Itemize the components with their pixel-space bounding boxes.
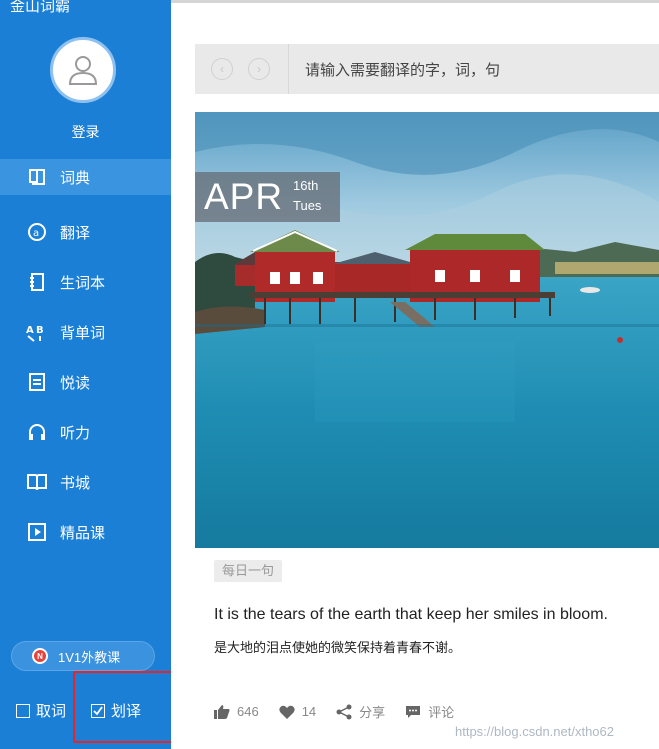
- headphones-icon: [26, 421, 48, 443]
- thumbs-up-count: 646: [237, 704, 259, 719]
- forward-button[interactable]: ›: [248, 58, 270, 80]
- highlight-box: [73, 671, 174, 743]
- like-count: 14: [301, 704, 317, 719]
- thumbs-up-button[interactable]: 646: [214, 704, 259, 719]
- sidebar-nav: 词典 a 翻译 生词本 AB 背单词 悦读 听力 书城 精品课: [0, 157, 171, 557]
- bookstore-icon: [26, 471, 48, 493]
- vocabulary-book-icon: [26, 271, 48, 293]
- avatar[interactable]: [50, 37, 116, 103]
- sidebar-item-label: 翻译: [60, 224, 91, 242]
- sidebar-item-label: 词典: [60, 169, 91, 187]
- chevron-left-icon: ‹: [220, 62, 224, 76]
- sentence-chinese: 是大地的泪点使她的微笑保持着青春不谢。: [214, 640, 462, 655]
- sentence-english: It is the tears of the earth that keep h…: [214, 606, 608, 623]
- back-button[interactable]: ‹: [211, 58, 233, 80]
- share-label: 分享: [359, 705, 386, 720]
- share-button[interactable]: 分享: [336, 702, 385, 721]
- date-day: 16th: [293, 178, 319, 193]
- date-month: APR: [204, 176, 284, 217]
- memorize-words-icon: AB: [26, 321, 48, 343]
- thumbs-up-icon: [214, 704, 230, 719]
- sidebar-item-label: 书城: [60, 474, 91, 492]
- reading-icon: [26, 371, 48, 393]
- sidebar-item-label: 听力: [60, 424, 91, 442]
- courses-icon: [26, 521, 48, 543]
- tutor-badge-icon: N: [32, 648, 48, 664]
- date-badge: APR 16th Tues: [195, 172, 340, 222]
- sidebar-item-label: 生词本: [60, 274, 106, 292]
- card-actions: 646 14 分享 评论: [214, 702, 474, 721]
- daily-photo: APR 16th Tues: [195, 112, 659, 548]
- sidebar-item-reading[interactable]: 悦读: [0, 357, 171, 407]
- sidebar-item-label: 悦读: [60, 374, 91, 392]
- svg-text:B: B: [36, 325, 44, 336]
- chevron-right-icon: ›: [257, 62, 261, 76]
- svg-text:a: a: [33, 228, 39, 239]
- daily-sentence-card: APR 16th Tues 每日一句 It is the tears of th…: [195, 112, 659, 742]
- comment-icon: [406, 705, 421, 718]
- search-input[interactable]: [305, 58, 645, 82]
- share-icon: [336, 704, 352, 719]
- date-weekday: Tues: [293, 198, 322, 213]
- watermark: https://blog.csdn.net/xtho62: [455, 724, 614, 739]
- comment-button[interactable]: 评论: [405, 702, 454, 721]
- dictionary-icon: [26, 166, 48, 188]
- comment-label: 评论: [428, 705, 455, 720]
- tutor-course-button[interactable]: N 1V1外教课: [11, 641, 155, 671]
- sidebar-item-listening[interactable]: 听力: [0, 407, 171, 457]
- quick-lookup-label: 取词: [36, 703, 67, 720]
- sidebar-item-label: 精品课: [60, 524, 106, 542]
- search-bar: ‹ ›: [195, 44, 659, 94]
- sidebar-item-dictionary[interactable]: 词典: [0, 159, 171, 195]
- heart-icon: [279, 705, 295, 719]
- search-divider: [288, 44, 289, 94]
- sidebar-item-translate[interactable]: a 翻译: [0, 207, 171, 257]
- sidebar-item-memorize[interactable]: AB 背单词: [0, 307, 171, 357]
- svg-text:A: A: [26, 325, 34, 336]
- like-button[interactable]: 14: [279, 704, 316, 719]
- login-link[interactable]: 登录: [0, 122, 171, 142]
- sidebar-item-vocabulary[interactable]: 生词本: [0, 257, 171, 307]
- user-icon: [68, 56, 98, 85]
- sidebar: 金山词霸 登录 词典 a 翻译 生词本 AB 背单词 悦读 听力 书城 精品课 …: [0, 0, 174, 749]
- tutor-course-label: 1V1外教课: [58, 649, 121, 665]
- sidebar-item-courses[interactable]: 精品课: [0, 507, 171, 557]
- daily-sentence-tag[interactable]: 每日一句: [214, 560, 283, 582]
- sidebar-item-bookstore[interactable]: 书城: [0, 457, 171, 507]
- sidebar-item-label: 背单词: [60, 324, 106, 342]
- quick-lookup-checkbox[interactable]: [16, 703, 30, 718]
- quick-lookup-toggle[interactable]: 取词: [16, 700, 66, 721]
- translate-icon: a: [26, 221, 48, 243]
- app-title: 金山词霸: [10, 0, 71, 15]
